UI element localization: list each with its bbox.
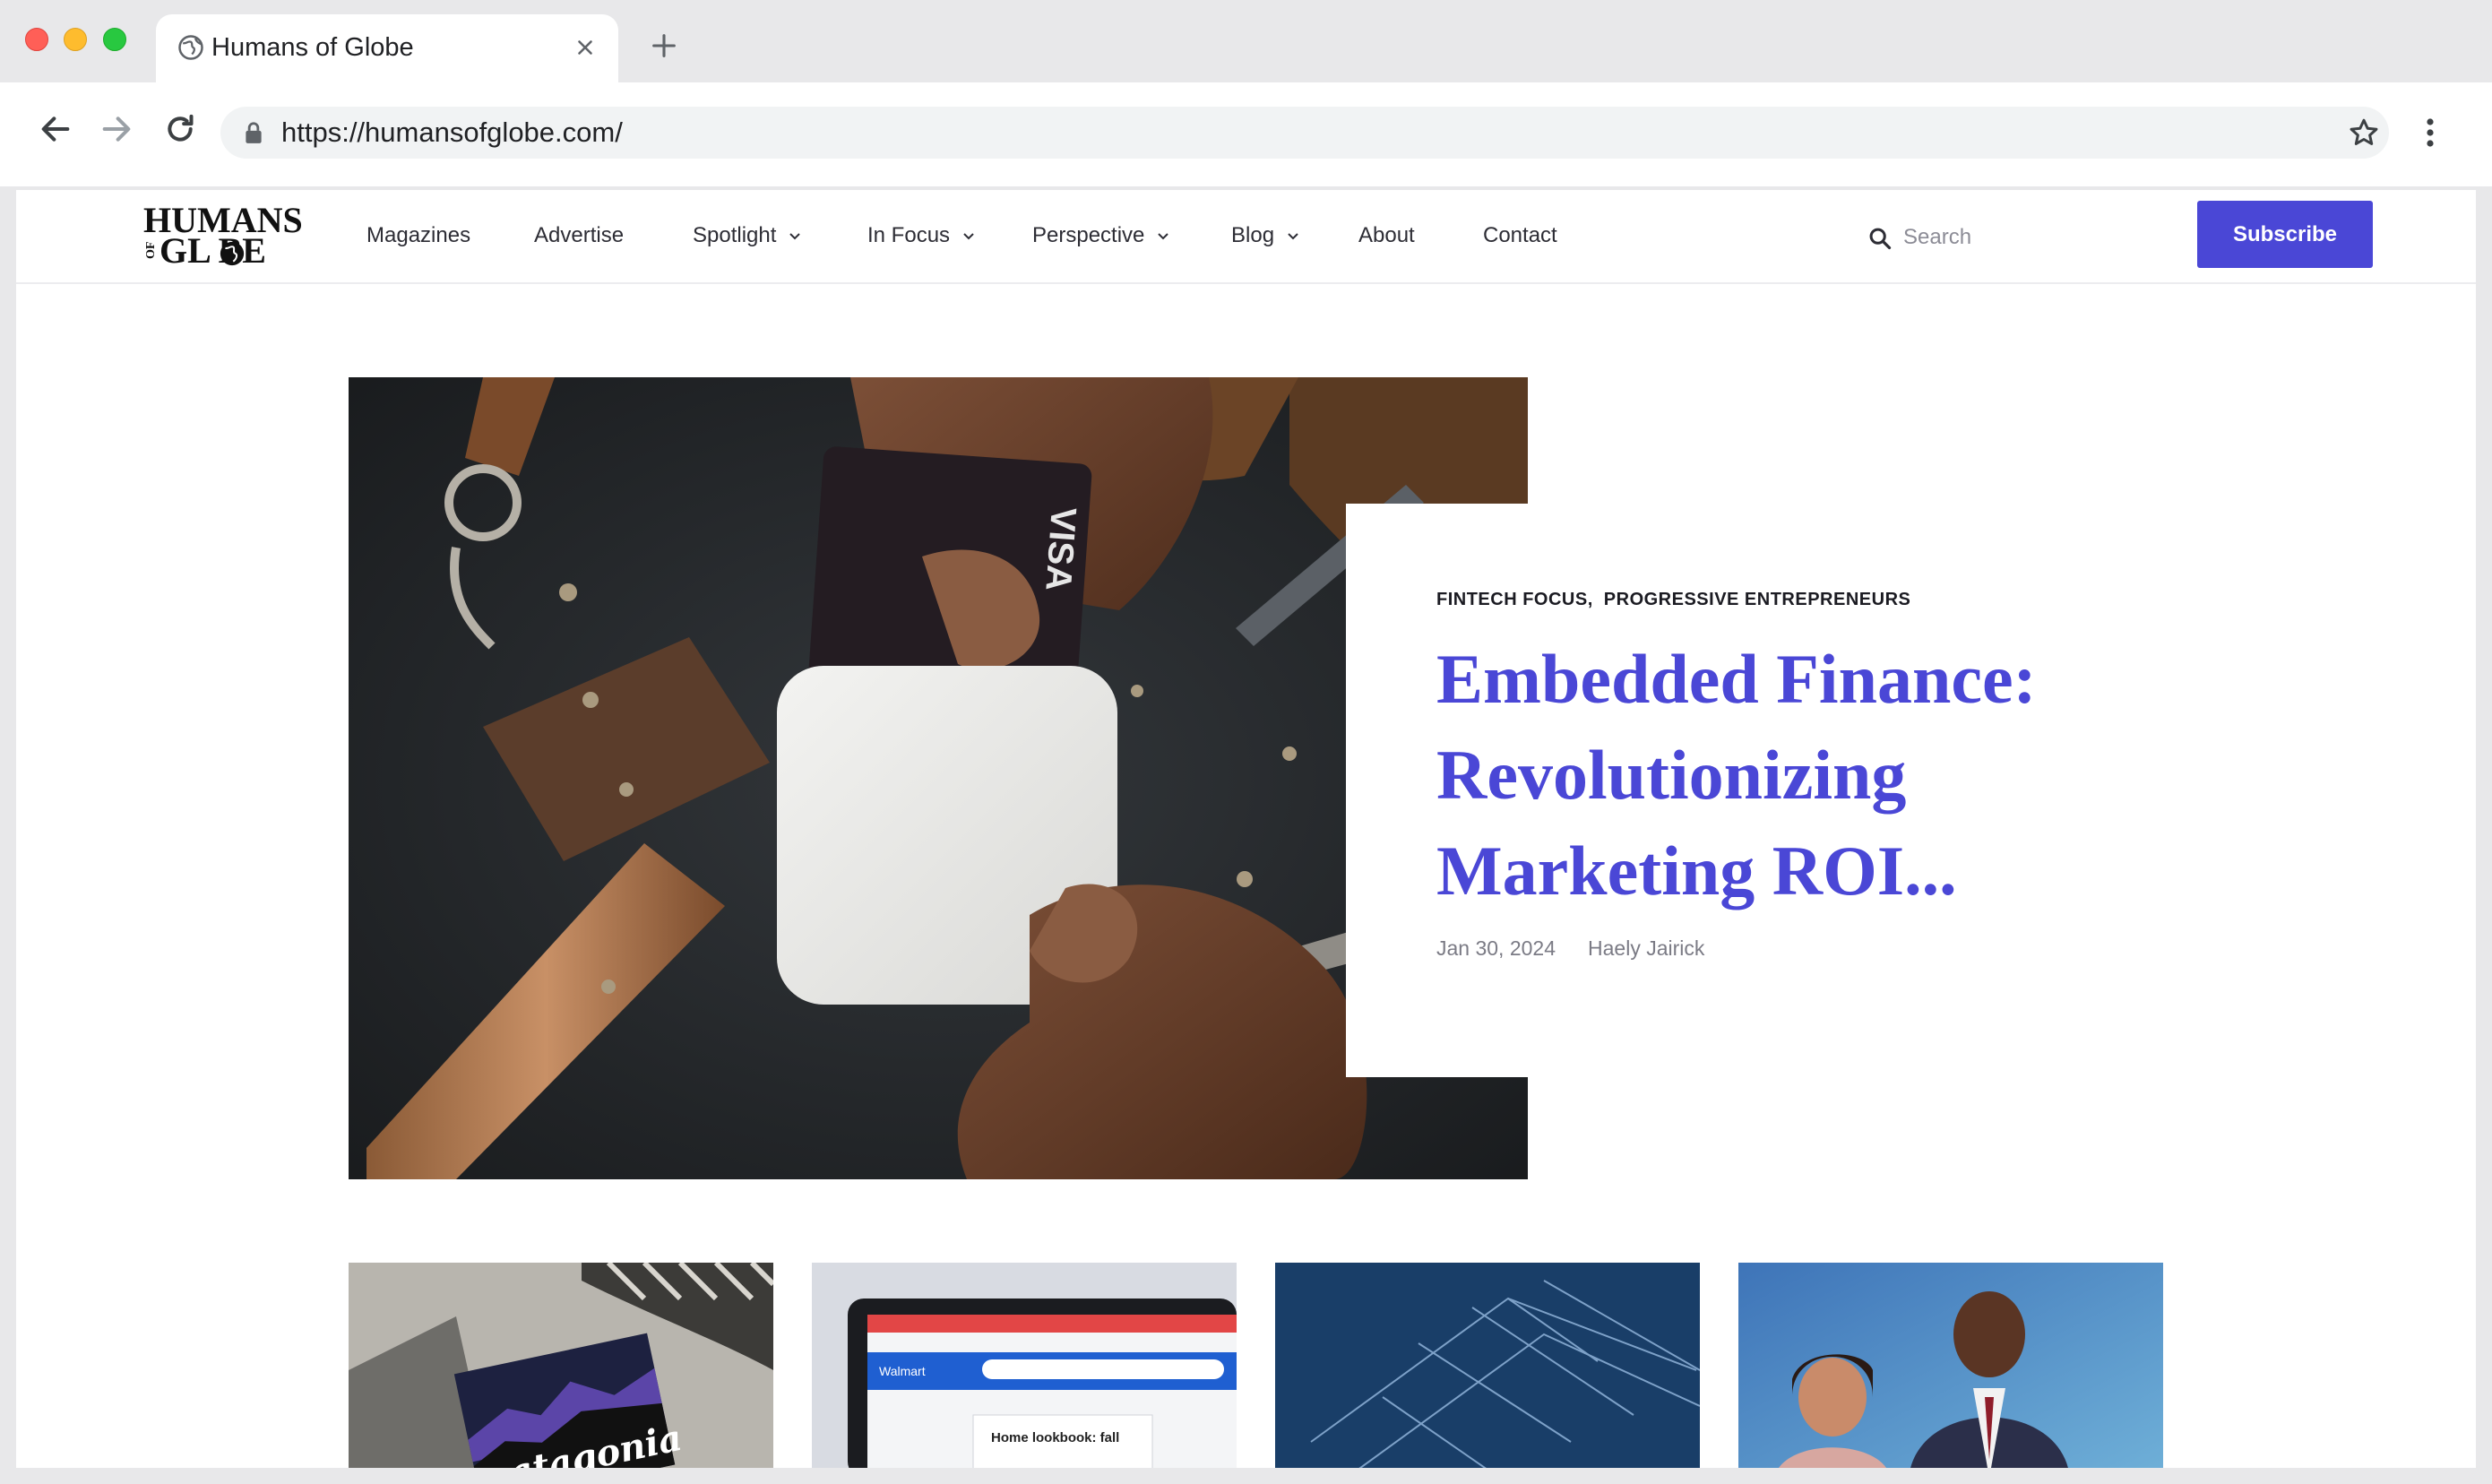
browser-toolbar: https://humansofglobe.com/ [0, 82, 2492, 186]
walmart-laptop-photo: Walmart Home lookbook: fall [812, 1263, 1237, 1468]
more-options-icon[interactable] [2419, 116, 2441, 149]
subscribe-button[interactable]: Subscribe [2197, 201, 2373, 268]
lock-icon [246, 122, 262, 143]
close-icon[interactable] [573, 36, 597, 59]
chevron-down-icon [963, 233, 974, 240]
search-input[interactable]: Search [1903, 224, 1971, 251]
patagonia-sign-photo: patagonia [349, 1263, 773, 1468]
globe-icon [178, 35, 203, 60]
web-page: HUMANS OFGL BE Magazines Advertise Spotl… [16, 190, 2476, 1468]
menu-item-blog[interactable]: Blog [1231, 222, 1299, 249]
forward-arrow-icon[interactable] [99, 111, 134, 147]
minimize-window-button[interactable] [64, 28, 87, 51]
chevron-down-icon [789, 233, 801, 240]
menu-item-contact[interactable]: Contact [1483, 222, 1557, 249]
thumbnail-blueprint[interactable] [1275, 1263, 1700, 1468]
menu-item-spotlight[interactable]: Spotlight [693, 222, 801, 249]
url-text: https://humansofglobe.com/ [281, 116, 623, 148]
article-meta: Jan 30, 2024 Haely Jairick [1436, 936, 1704, 961]
site-logo[interactable]: HUMANS OFGL BE [143, 203, 319, 271]
event-people-photo [1738, 1263, 2163, 1468]
maximize-window-button[interactable] [103, 28, 126, 51]
category-link[interactable]: FINTECH FOCUS, [1436, 590, 1593, 609]
chevron-down-icon [1288, 233, 1298, 240]
svg-text:VISA: VISA [1038, 506, 1082, 592]
reload-icon[interactable] [162, 111, 198, 147]
blueprint-photo [1275, 1263, 1700, 1468]
browser-tab[interactable]: Humans of Globe [156, 14, 618, 82]
article-author[interactable]: Haely Jairick [1588, 936, 1704, 960]
globe-logo-icon [220, 241, 245, 266]
article-categories: FINTECH FOCUS, PROGRESSIVE ENTREPRENEURS [1436, 590, 1910, 610]
svg-text:Walmart: Walmart [879, 1364, 926, 1378]
thumbnail-walmart-laptop[interactable]: Walmart Home lookbook: fall [812, 1263, 1237, 1468]
plus-icon[interactable] [649, 30, 679, 61]
menu-item-in-focus[interactable]: In Focus [867, 222, 975, 249]
menu-item-about[interactable]: About [1358, 222, 1415, 249]
menu-item-perspective[interactable]: Perspective [1032, 222, 1169, 249]
article-headline[interactable]: Embedded Finance: Revolutionizing Market… [1436, 631, 2189, 919]
bookmark-star-icon[interactable] [2348, 116, 2380, 149]
browser-tab-bar: Humans of Globe [0, 0, 2492, 82]
search-box[interactable]: Search [1867, 222, 2047, 255]
close-window-button[interactable] [25, 28, 48, 51]
svg-text:Home lookbook: fall: Home lookbook: fall [991, 1430, 1119, 1445]
chevron-down-icon [1158, 233, 1169, 240]
thumbnail-patagonia[interactable]: patagonia [349, 1263, 773, 1468]
article-date: Jan 30, 2024 [1436, 936, 1556, 960]
menu-item-magazines[interactable]: Magazines [366, 222, 470, 249]
tab-title: Humans of Globe [211, 33, 414, 62]
category-link[interactable]: PROGRESSIVE ENTREPRENEURS [1604, 590, 1911, 609]
menu-item-advertise[interactable]: Advertise [534, 222, 624, 249]
search-icon [1869, 228, 1892, 250]
thumbnail-event-people[interactable] [1738, 1263, 2163, 1468]
address-bar[interactable]: https://humansofglobe.com/ [220, 107, 2389, 159]
back-arrow-icon[interactable] [38, 111, 73, 147]
hero-article-card[interactable]: FINTECH FOCUS, PROGRESSIVE ENTREPRENEURS … [1346, 504, 2296, 1077]
site-header: HUMANS OFGL BE Magazines Advertise Spotl… [16, 190, 2476, 284]
